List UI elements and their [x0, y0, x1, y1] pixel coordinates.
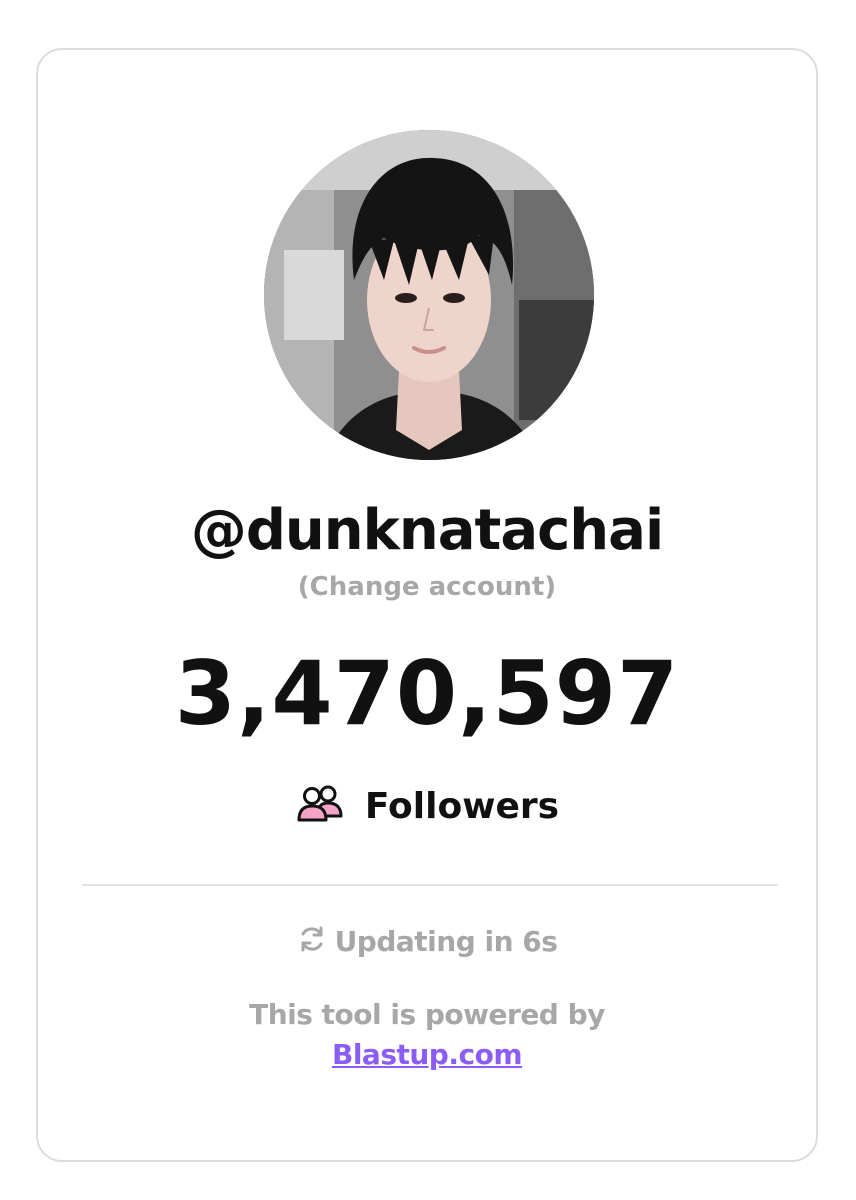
username: @dunknatachai	[190, 498, 664, 563]
followers-label-row: Followers	[38, 784, 816, 828]
powered-by-link-wrapper: Blastup.com	[38, 1038, 816, 1071]
change-account-link[interactable]: (Change account)	[38, 572, 816, 602]
follower-counter-card: @dunknatachai (Change account) 3,470,597…	[36, 48, 818, 1162]
divider	[82, 884, 778, 886]
refresh-icon	[297, 924, 327, 958]
avatar	[264, 130, 594, 460]
follower-count: 3,470,597	[174, 642, 680, 745]
powered-by-text: This tool is powered by	[249, 998, 605, 1031]
update-status: Updating in 6s	[38, 924, 816, 958]
blastup-link[interactable]: Blastup.com	[332, 1038, 523, 1071]
followers-label: Followers	[364, 785, 560, 827]
avatar-photo	[264, 130, 594, 460]
updating-text: Updating in 6s	[334, 924, 558, 958]
users-icon	[295, 784, 347, 828]
